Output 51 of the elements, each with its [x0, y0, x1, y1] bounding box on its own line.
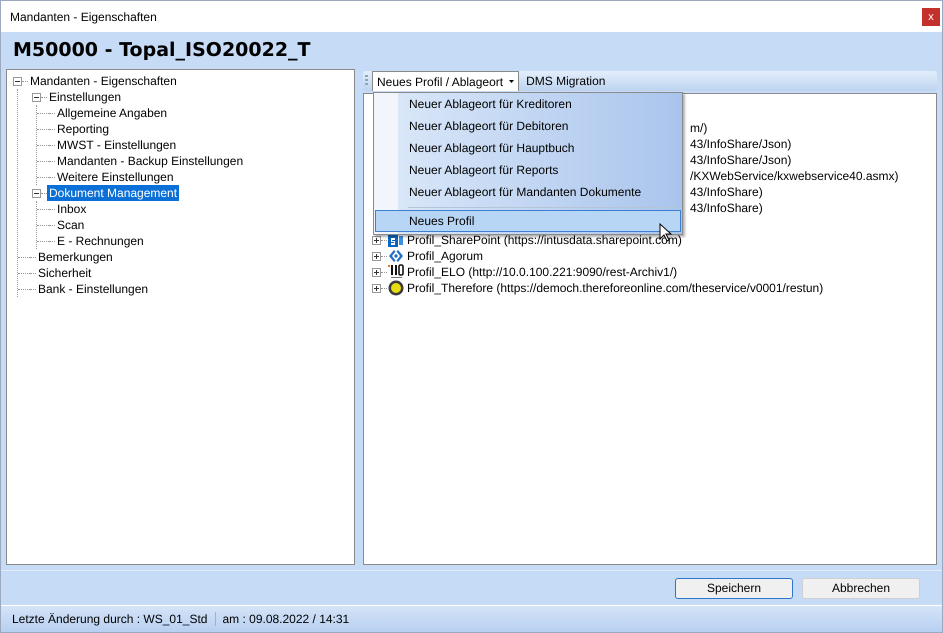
caret-icon: [509, 80, 514, 83]
tree-item-text: /KXWebService/kxwebservice40.asmx): [690, 169, 899, 183]
expand-icon[interactable]: [372, 268, 381, 276]
tree-item[interactable]: Scan: [55, 217, 86, 233]
tree-item[interactable]: E - Rechnungen: [55, 233, 146, 249]
tree-item-text: 43/InfoShare): [690, 185, 763, 199]
tree-item[interactable]: Profil_ELO (http://10.0.100.221:9090/rest-Archiv1/): [407, 265, 678, 279]
tree-item[interactable]: Einstellungen: [47, 89, 124, 105]
menu-item[interactable]: Neuer Ablageort für Debitoren: [375, 115, 681, 137]
grip-icon: [365, 75, 368, 87]
collapse-icon[interactable]: [32, 92, 41, 102]
diamond-icon: [388, 249, 404, 263]
date-text: am : 09.08.2022 / 14:31: [215, 612, 350, 626]
expand-icon[interactable]: [372, 236, 381, 244]
window-title: Mandanten - Eigenschaften: [10, 10, 157, 24]
menu-item[interactable]: Neuer Ablageort für Hauptbuch: [375, 137, 681, 159]
logo-icon: [388, 264, 404, 280]
expand-icon[interactable]: [372, 284, 381, 292]
tree-item-text: 43/InfoShare/Json): [690, 153, 792, 167]
menu-item[interactable]: Neuer Ablageort für Kreditoren: [375, 93, 681, 115]
dropdown-button[interactable]: Neues Profil / Ablageort: [372, 71, 520, 91]
tree-item[interactable]: Reporting: [55, 121, 112, 137]
tree-item-text: 43/InfoShare): [690, 201, 763, 215]
tree-item[interactable]: Profil_SharePoint (https://intusdata.sharepoint.com): [407, 233, 682, 247]
tree-item[interactable]: Dokument Management: [47, 185, 180, 201]
tree-item-text: 43/InfoShare/Json): [690, 137, 792, 151]
tree-item[interactable]: Weitere Einstellungen: [55, 169, 176, 185]
circle-icon: [388, 280, 404, 296]
toolbar-button[interactable]: DMS Migration: [521, 71, 610, 91]
last-change-text: Letzte Änderung durch : WS_01_Std: [12, 612, 208, 626]
expand-icon[interactable]: [372, 252, 381, 260]
square-logo-icon: [388, 232, 404, 248]
menu-item[interactable]: Neuer Ablageort für Mandanten Dokumente: [375, 181, 681, 203]
tree-item[interactable]: Profil_Therefore (https://democh.thereforeonline.com/theservice/v0001/restun): [407, 281, 824, 295]
tree-item[interactable]: Bank - Einstellungen: [36, 281, 150, 297]
collapse-icon[interactable]: [32, 188, 41, 198]
tree-item[interactable]: Bemerkungen: [36, 249, 115, 265]
menu-item[interactable]: Neuer Ablageort für Reports: [375, 159, 681, 181]
client-title: M50000 - Topal_ISO20022_T: [13, 39, 311, 61]
tree-item[interactable]: Allgemeine Angaben: [55, 105, 170, 121]
tree-item[interactable]: Inbox: [55, 201, 88, 217]
save-button[interactable]: Speichern: [675, 578, 793, 598]
cancel-button[interactable]: Abbrechen: [802, 578, 920, 598]
tree-item[interactable]: Profil_Agorum: [407, 249, 484, 263]
tree-item[interactable]: Mandanten - Eigenschaften: [28, 73, 179, 89]
close-button[interactable]: x: [922, 8, 940, 26]
collapse-icon[interactable]: [13, 76, 22, 86]
tree-item[interactable]: MWST - Einstellungen: [55, 137, 178, 153]
tree-item-text: m/): [690, 121, 708, 135]
tree-item[interactable]: Mandanten - Backup Einstellungen: [55, 153, 246, 169]
tree-item[interactable]: Sicherheit: [36, 265, 94, 281]
